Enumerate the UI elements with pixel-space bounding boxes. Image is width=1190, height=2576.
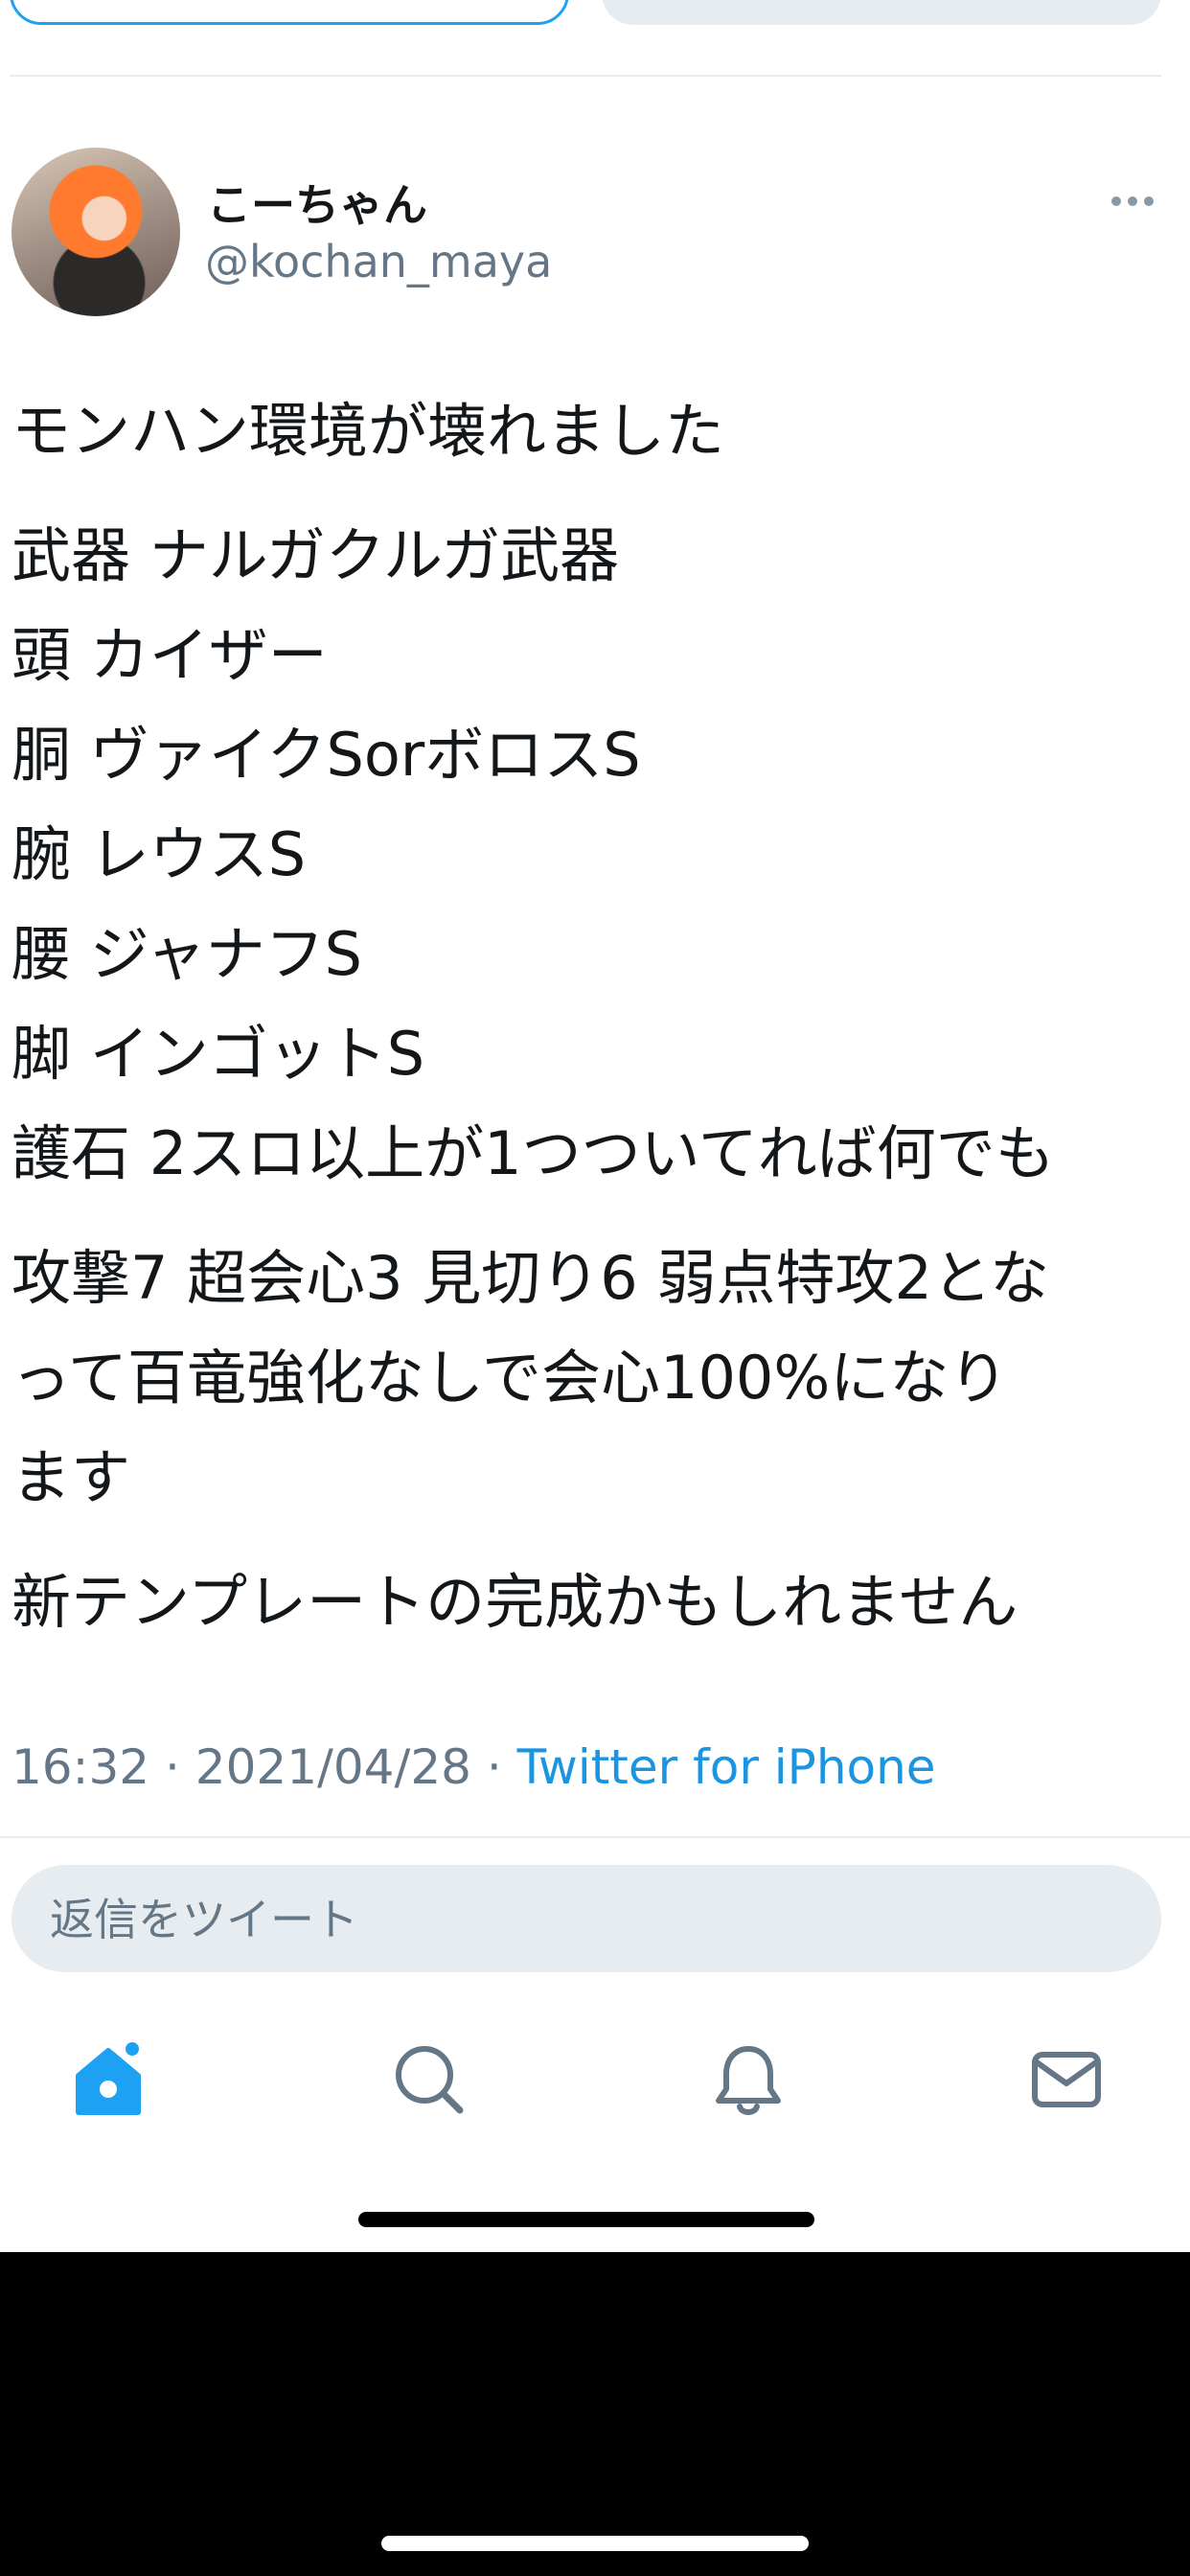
tab-home[interactable]	[65, 2036, 151, 2122]
tweet-time: 16:32	[11, 1739, 150, 1795]
tweet-source-link[interactable]: Twitter for iPhone	[517, 1739, 936, 1795]
divider	[0, 1836, 1190, 1838]
reply-input[interactable]	[48, 1865, 1106, 1974]
tweet-paragraph: 攻撃7 超会心3 見切り6 弱点特攻2とな って百竜強化なしで会心100%になり…	[11, 1243, 1050, 1512]
messages-icon	[1032, 2052, 1101, 2107]
home-indicator[interactable]	[381, 2536, 809, 2551]
divider	[10, 75, 1161, 77]
user-handle[interactable]: @kochan_maya	[205, 236, 552, 288]
tweet-metadata: 16:32 · 2021/04/28 · Twitter for iPhone	[11, 1739, 936, 1795]
top-outline-button[interactable]	[10, 0, 569, 25]
avatar[interactable]	[11, 148, 180, 316]
tab-messages[interactable]	[1023, 2036, 1110, 2122]
tab-notifications[interactable]	[705, 2036, 791, 2122]
meta-separator: ·	[470, 1739, 517, 1795]
bottom-bar	[0, 2252, 1190, 2576]
tab-search[interactable]	[385, 2036, 471, 2122]
top-filled-button[interactable]	[602, 0, 1161, 25]
search-icon	[396, 2046, 464, 2114]
tweet-paragraph: モンハン環境が壊れました	[11, 396, 725, 466]
more-options-icon[interactable]	[1111, 194, 1154, 209]
tweet-paragraph: 武器 ナルガクルガ武器 頭 カイザー 胴 ヴァイクSorボロスS 腕 レウスS …	[11, 520, 1055, 1188]
tweet-paragraph: 新テンプレートの完成かもしれません	[11, 1567, 1018, 1637]
notifications-icon	[716, 2046, 781, 2115]
display-name[interactable]: こーちゃん	[207, 171, 427, 234]
home-indicator[interactable]	[358, 2212, 814, 2227]
home-icon	[76, 2038, 143, 2115]
tweet-date: 2021/04/28	[195, 1739, 471, 1795]
reply-box[interactable]	[11, 1865, 1161, 1974]
meta-separator: ·	[149, 1739, 195, 1795]
tweet-text: モンハン環境が壊れました 武器 ナルガクルガ武器 頭 カイザー 胴 ヴァイクSo…	[11, 381, 1176, 1677]
